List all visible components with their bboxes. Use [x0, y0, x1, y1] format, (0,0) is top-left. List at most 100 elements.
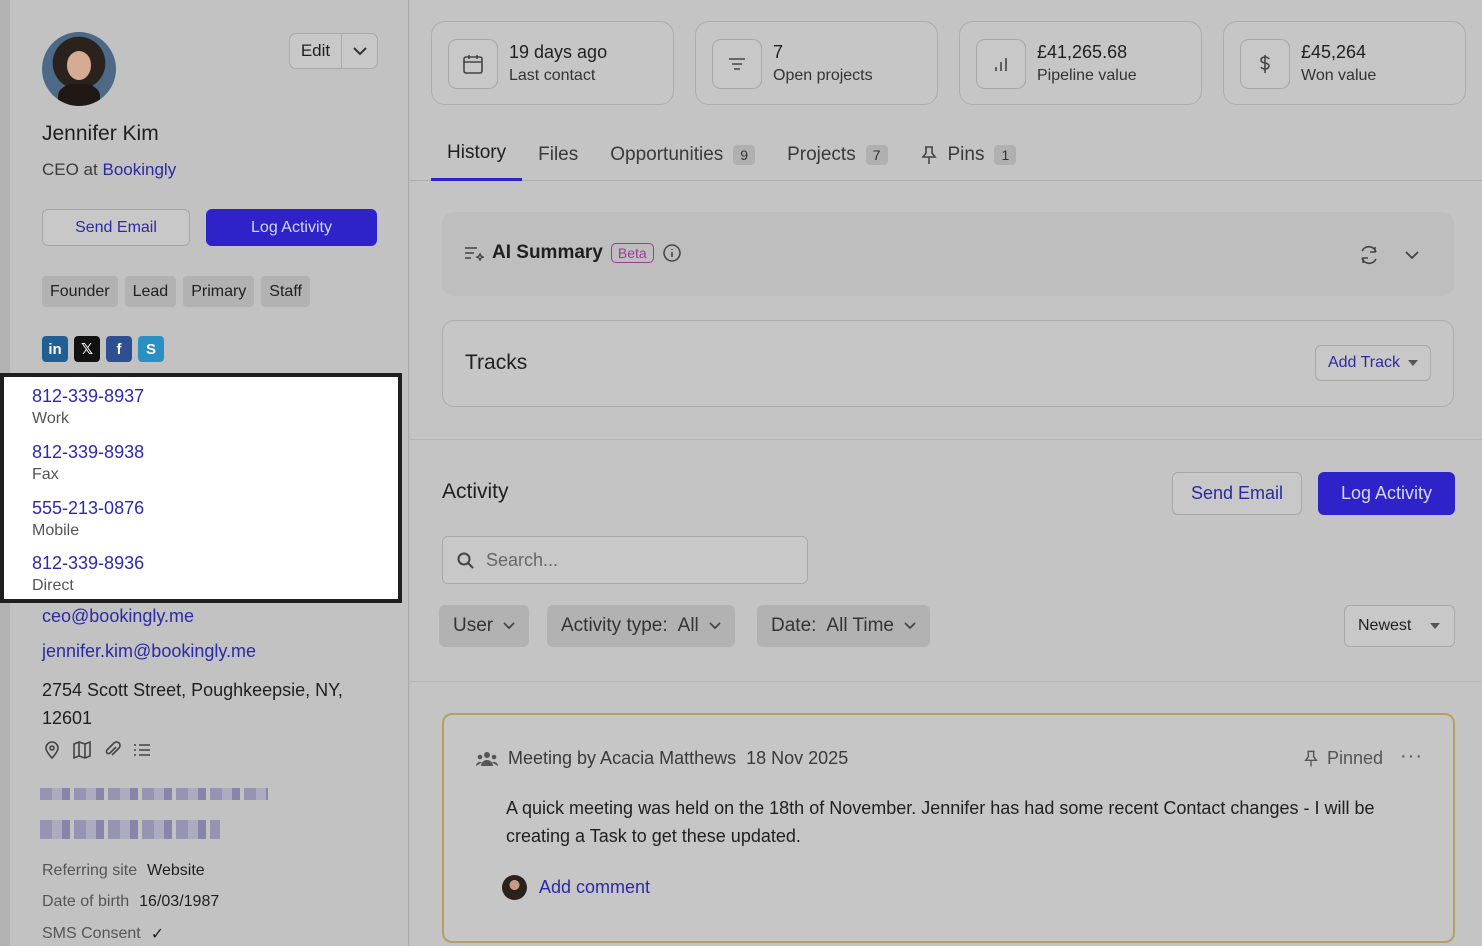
beta-badge: Beta	[610, 243, 654, 263]
field-value: 16/03/1987	[139, 893, 220, 910]
main-panel: 19 days ago Last contact 7 Open projects…	[410, 0, 1482, 946]
refresh-icon[interactable]	[1358, 244, 1380, 266]
field-date-of-birth: Date of birth 16/03/1987	[42, 893, 219, 911]
activity-log-activity-button[interactable]: Log Activity	[1318, 472, 1455, 515]
search-icon	[457, 552, 474, 569]
pin-icon	[1304, 750, 1318, 767]
paperclip-icon[interactable]	[102, 740, 122, 760]
skype-icon[interactable]: S	[138, 336, 164, 362]
chevron-down-icon	[352, 46, 367, 55]
phone-type-label: Direct	[32, 577, 74, 594]
caret-down-icon	[1408, 360, 1418, 366]
stat-label: Pipeline value	[1037, 67, 1137, 84]
tab-count-badge: 1	[994, 144, 1017, 165]
facebook-icon[interactable]: f	[106, 336, 132, 362]
phone-entry: 812-339-8938 Fax	[32, 442, 144, 484]
tag-staff[interactable]: Staff	[261, 276, 310, 307]
avatar	[42, 32, 116, 106]
stat-value: 7	[773, 42, 784, 62]
calendar-icon	[448, 39, 498, 89]
tab-history[interactable]: History	[431, 128, 523, 181]
contact-name: Jennifer Kim	[42, 122, 159, 145]
stat-pipeline-value: £41,265.68 Pipeline value	[959, 21, 1202, 105]
stat-label: Won value	[1301, 67, 1377, 84]
people-icon	[476, 751, 498, 766]
sort-select[interactable]: Newest	[1344, 605, 1455, 647]
tracks-card: Tracks Add Track	[442, 320, 1454, 407]
list-icon[interactable]	[132, 740, 152, 760]
tab-projects[interactable]: Projects 7	[771, 128, 903, 181]
date-filter[interactable]: Date: All Time	[757, 605, 930, 647]
activity-item-meeting: Meeting by Acacia Matthews 18 Nov 2025 P…	[442, 713, 1455, 943]
x-twitter-icon[interactable]: 𝕏	[74, 336, 100, 362]
activity-type-filter[interactable]: Activity type: All	[547, 605, 735, 647]
tab-label: History	[447, 142, 507, 163]
phone-type-label: Fax	[32, 466, 59, 483]
stat-value: 19 days ago	[509, 42, 608, 62]
phone-number-link[interactable]: 555-213-0876	[32, 498, 144, 519]
linkedin-icon[interactable]: in	[42, 336, 68, 362]
map-icon[interactable]	[72, 740, 92, 760]
chevron-down-icon[interactable]	[1405, 251, 1419, 260]
edit-dropdown-button[interactable]	[342, 34, 377, 68]
field-key: Date of birth	[42, 893, 130, 910]
redacted-field	[40, 788, 268, 800]
pinned-indicator[interactable]: Pinned	[1303, 748, 1383, 769]
pin-icon	[920, 145, 937, 164]
edit-button[interactable]: Edit	[290, 34, 342, 68]
email-link-2[interactable]: jennifer.kim@bookingly.me	[42, 641, 256, 662]
company-link[interactable]: Bookingly	[102, 160, 176, 179]
add-comment-row: Add comment	[502, 875, 650, 900]
social-links: in 𝕏 f S	[42, 336, 164, 362]
chevron-down-icon	[904, 622, 916, 630]
log-activity-button[interactable]: Log Activity	[206, 209, 377, 246]
filter-value: All Time	[826, 615, 894, 636]
address-actions	[42, 740, 152, 760]
phone-number-link[interactable]: 812-339-8938	[32, 442, 144, 463]
meeting-date: 18 Nov 2025	[746, 748, 849, 768]
tab-opportunities[interactable]: Opportunities 9	[594, 128, 771, 181]
tab-bar: History Files Opportunities 9 Projects 7 P…	[431, 128, 1032, 181]
ai-summary-card[interactable]: AI Summary Beta	[442, 212, 1454, 296]
activity-title: Activity	[442, 480, 509, 503]
send-email-button[interactable]: Send Email	[42, 209, 190, 246]
filter-label: Date:	[771, 615, 817, 636]
filter-label: Activity type:	[561, 615, 668, 636]
tag-founder[interactable]: Founder	[42, 276, 118, 307]
phone-number-link[interactable]: 812-339-8936	[32, 553, 144, 574]
contact-role: CEO at Bookingly	[42, 160, 176, 180]
user-avatar	[502, 875, 527, 900]
add-comment-link[interactable]: Add comment	[539, 877, 650, 898]
user-filter[interactable]: User	[439, 605, 530, 647]
field-referring-site: Referring site Website	[42, 862, 205, 880]
tab-files[interactable]: Files	[522, 128, 594, 181]
tab-label: Pins	[947, 143, 985, 165]
tab-pins[interactable]: Pins 1	[904, 128, 1033, 181]
filter-value: All	[677, 615, 699, 636]
add-track-label: Add Track	[1327, 354, 1400, 371]
stat-open-projects: 7 Open projects	[695, 21, 938, 105]
more-options-icon[interactable]: ···	[1400, 745, 1423, 768]
check-icon: ✓	[150, 926, 165, 943]
phone-numbers-panel: 812-339-8937 Work 812-339-8938 Fax 555-213…	[0, 373, 402, 603]
caret-down-icon	[1430, 623, 1440, 629]
info-icon[interactable]	[662, 243, 682, 263]
tag-lead[interactable]: Lead	[124, 276, 177, 307]
phone-entry: 555-213-0876 Mobile	[32, 498, 144, 540]
stat-label: Open projects	[773, 67, 873, 84]
dollar-icon	[1240, 39, 1290, 89]
email-link-1[interactable]: ceo@bookingly.me	[42, 606, 194, 627]
section-divider	[410, 439, 1482, 440]
add-track-button[interactable]: Add Track	[1314, 345, 1431, 381]
search-input[interactable]	[486, 549, 786, 571]
map-pin-icon[interactable]	[42, 740, 62, 760]
sort-value: Newest	[1358, 617, 1412, 634]
tag-primary[interactable]: Primary	[183, 276, 255, 307]
activity-send-email-button[interactable]: Send Email	[1172, 472, 1302, 515]
phone-number-link[interactable]: 812-339-8937	[32, 386, 144, 407]
address-text: 2754 Scott Street, Poughkeepsie, NY, 126…	[42, 680, 343, 728]
tab-count-badge: 7	[865, 144, 888, 165]
ai-summary-header: AI Summary Beta	[464, 242, 682, 264]
phone-type-label: Work	[32, 410, 70, 427]
filter-label: User	[453, 615, 494, 636]
